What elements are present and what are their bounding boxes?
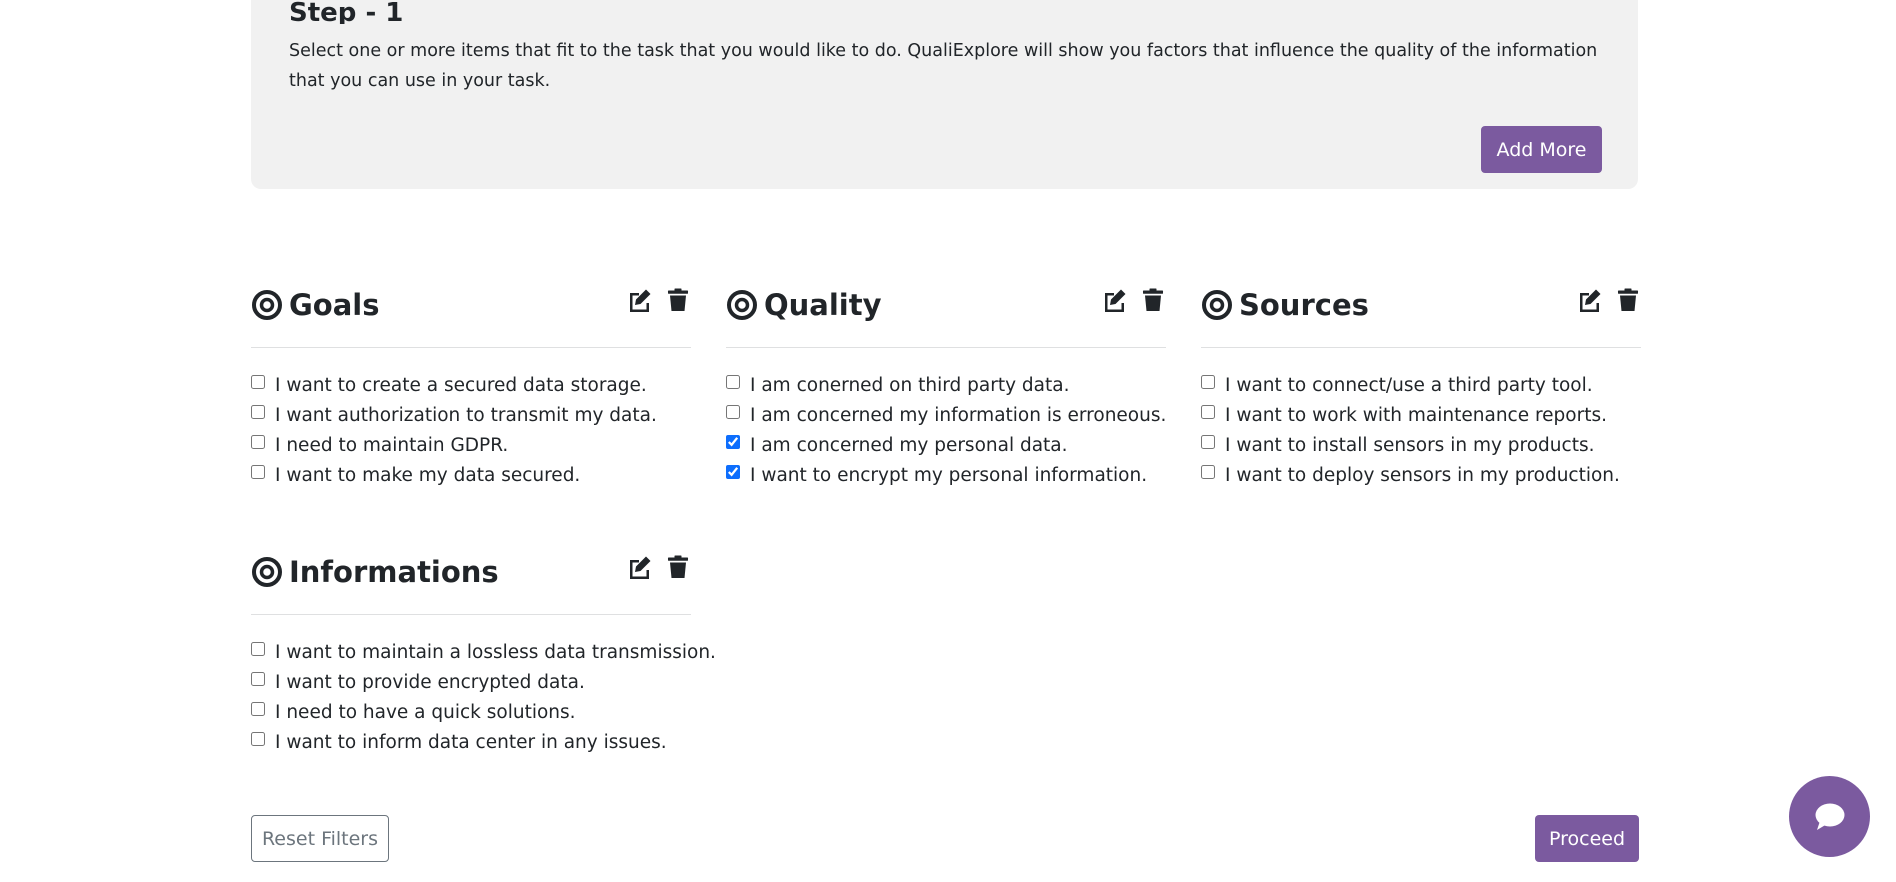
section-goals: Goals I want to create a secured data st… bbox=[251, 275, 691, 490]
trash-icon[interactable] bbox=[665, 287, 691, 313]
list-item: I want to work with maintenance reports. bbox=[1201, 400, 1641, 430]
item-label[interactable]: I am concerned my personal data. bbox=[750, 435, 1068, 456]
item-label[interactable]: I want to make my data secured. bbox=[275, 465, 580, 486]
section-header: Quality bbox=[726, 275, 1166, 348]
section-title: Goals bbox=[289, 288, 380, 322]
item-checkbox[interactable] bbox=[251, 642, 265, 656]
item-checkbox[interactable] bbox=[726, 435, 740, 449]
target-icon bbox=[1202, 290, 1232, 320]
list-item: I want to install sensors in my products… bbox=[1201, 430, 1641, 460]
item-checkbox[interactable] bbox=[1201, 375, 1215, 389]
edit-icon[interactable] bbox=[627, 287, 653, 313]
item-list: I want to create a secured data storage.… bbox=[251, 370, 691, 490]
list-item: I need to have a quick solutions. bbox=[251, 697, 691, 727]
edit-icon[interactable] bbox=[627, 554, 653, 580]
trash-icon[interactable] bbox=[665, 554, 691, 580]
item-label[interactable]: I want to work with maintenance reports. bbox=[1225, 405, 1607, 426]
list-item: I want to connect/use a third party tool… bbox=[1201, 370, 1641, 400]
item-checkbox[interactable] bbox=[251, 435, 265, 449]
list-item: I want to deploy sensors in my productio… bbox=[1201, 460, 1641, 490]
step-panel: Step - 1 Select one or more items that f… bbox=[251, 0, 1638, 189]
item-list: I want to maintain a lossless data trans… bbox=[251, 637, 716, 757]
trash-icon[interactable] bbox=[1615, 287, 1641, 313]
item-label[interactable]: I want to inform data center in any issu… bbox=[275, 732, 667, 753]
list-item: I want to provide encrypted data. bbox=[251, 667, 691, 697]
section-title: Sources bbox=[1239, 288, 1369, 322]
target-icon bbox=[727, 290, 757, 320]
list-item: I want to create a secured data storage. bbox=[251, 370, 691, 400]
target-icon bbox=[252, 290, 282, 320]
item-label[interactable]: I want to maintain a lossless data trans… bbox=[275, 642, 716, 663]
item-checkbox[interactable] bbox=[726, 405, 740, 419]
list-item: I want to inform data center in any issu… bbox=[251, 727, 691, 757]
section-quality: Quality I am conerned on third party dat… bbox=[726, 275, 1166, 490]
chat-button[interactable] bbox=[1789, 776, 1870, 857]
list-item: I am conerned on third party data. bbox=[726, 370, 1166, 400]
target-icon bbox=[252, 557, 282, 587]
item-checkbox[interactable] bbox=[1201, 405, 1215, 419]
item-list: I want to connect/use a third party tool… bbox=[1201, 370, 1641, 490]
item-label[interactable]: I need to have a quick solutions. bbox=[275, 702, 576, 723]
item-checkbox[interactable] bbox=[251, 702, 265, 716]
item-checkbox[interactable] bbox=[1201, 435, 1215, 449]
section-title: Quality bbox=[764, 288, 882, 322]
edit-icon[interactable] bbox=[1102, 287, 1128, 313]
item-label[interactable]: I want to create a secured data storage. bbox=[275, 375, 647, 396]
item-label[interactable]: I need to maintain GDPR. bbox=[275, 435, 508, 456]
item-checkbox[interactable] bbox=[251, 732, 265, 746]
item-label[interactable]: I want to deploy sensors in my productio… bbox=[1225, 465, 1620, 486]
proceed-button[interactable]: Proceed bbox=[1535, 815, 1639, 862]
item-checkbox[interactable] bbox=[251, 672, 265, 686]
item-label[interactable]: I want to install sensors in my products… bbox=[1225, 435, 1594, 456]
item-label[interactable]: I am concerned my information is erroneo… bbox=[750, 405, 1166, 426]
edit-icon[interactable] bbox=[1577, 287, 1603, 313]
add-more-button[interactable]: Add More bbox=[1481, 126, 1602, 173]
section-sources: Sources I want to connect/use a third pa… bbox=[1201, 275, 1641, 490]
section-header: Informations bbox=[251, 542, 691, 615]
reset-filters-button[interactable]: Reset Filters bbox=[251, 815, 389, 862]
item-checkbox[interactable] bbox=[1201, 465, 1215, 479]
section-header: Goals bbox=[251, 275, 691, 348]
chat-bubble-icon bbox=[1815, 803, 1844, 830]
item-checkbox[interactable] bbox=[726, 375, 740, 389]
item-checkbox[interactable] bbox=[251, 465, 265, 479]
step-description: Select one or more items that fit to the… bbox=[289, 41, 1598, 91]
item-label[interactable]: I want authorization to transmit my data… bbox=[275, 405, 657, 426]
item-label[interactable]: I want to provide encrypted data. bbox=[275, 672, 585, 693]
item-checkbox[interactable] bbox=[251, 405, 265, 419]
section-header: Sources bbox=[1201, 275, 1641, 348]
list-item: I want authorization to transmit my data… bbox=[251, 400, 691, 430]
step-title: Step - 1 bbox=[289, 0, 404, 24]
list-item: I want to encrypt my personal informatio… bbox=[726, 460, 1166, 490]
list-item: I need to maintain GDPR. bbox=[251, 430, 691, 460]
list-item: I want to make my data secured. bbox=[251, 460, 691, 490]
item-list: I am conerned on third party data. I am … bbox=[726, 370, 1166, 490]
list-item: I want to maintain a lossless data trans… bbox=[251, 637, 716, 667]
item-checkbox[interactable] bbox=[726, 465, 740, 479]
item-label[interactable]: I want to connect/use a third party tool… bbox=[1225, 375, 1593, 396]
trash-icon[interactable] bbox=[1140, 287, 1166, 313]
item-checkbox[interactable] bbox=[251, 375, 265, 389]
list-item: I am concerned my information is erroneo… bbox=[726, 400, 1166, 430]
list-item: I am concerned my personal data. bbox=[726, 430, 1166, 460]
section-informations: Informations I want to maintain a lossle… bbox=[251, 542, 716, 757]
section-title: Informations bbox=[289, 555, 499, 589]
item-label[interactable]: I am conerned on third party data. bbox=[750, 375, 1069, 396]
item-label[interactable]: I want to encrypt my personal informatio… bbox=[750, 465, 1147, 486]
